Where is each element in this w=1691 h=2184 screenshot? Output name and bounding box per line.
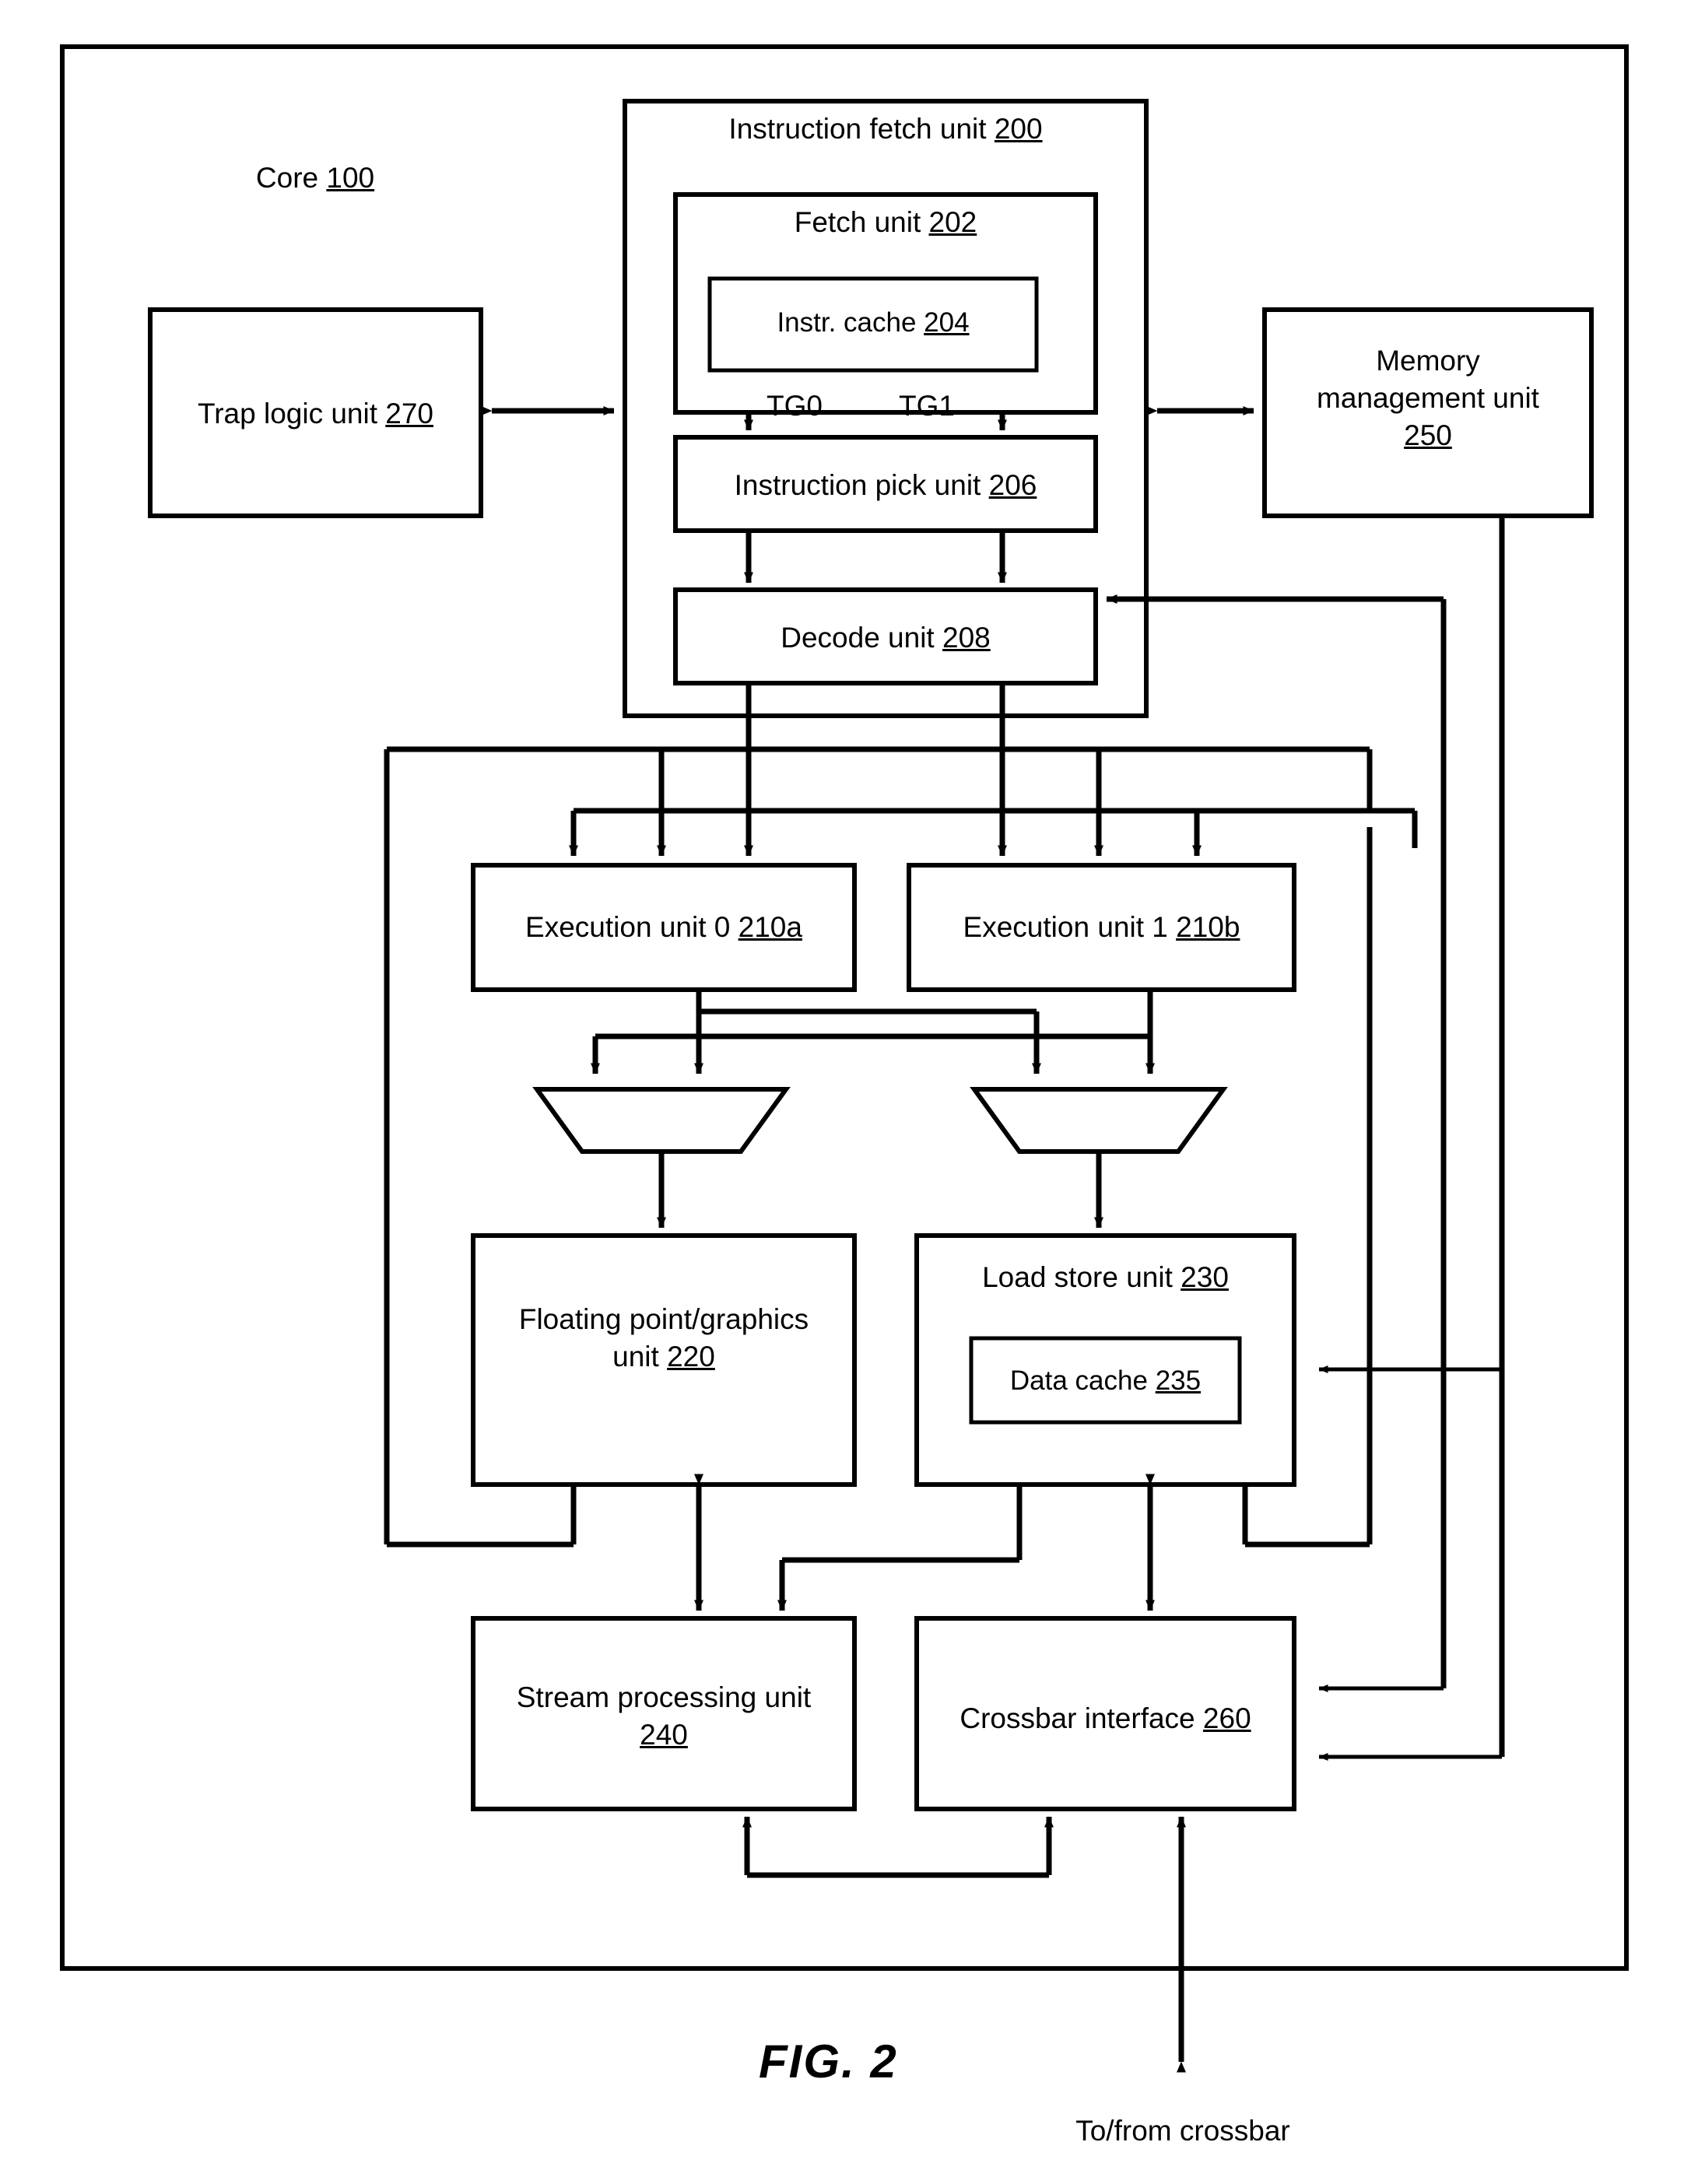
execution-unit-0-label: Execution unit 0 210a <box>525 911 802 943</box>
load-store-unit-label: Load store unit 230 <box>982 1261 1229 1293</box>
instr-cache-label: Instr. cache 204 <box>777 307 970 338</box>
right-multiplexer[interactable] <box>970 1087 1228 1154</box>
instruction-pick-unit-label: Instruction pick unit 206 <box>734 469 1037 501</box>
stream-processing-unit-label: Stream processing unit 240 <box>516 1681 812 1751</box>
figure-caption: FIG. 2 <box>759 2035 898 2088</box>
data-cache-label: Data cache 235 <box>1009 1365 1202 1396</box>
to-from-crossbar-label: To/from crossbar <box>1075 2115 1290 2147</box>
fp-graphics-unit-label: Floating point/graphics unit 220 <box>518 1303 809 1373</box>
figure-2-processor-core-block-diagram: Core 100 Instruction fetch unit 200 Fetc… <box>0 0 1691 2184</box>
memory-management-unit-label: Memory management unit 250 <box>1317 345 1539 452</box>
trap-logic-unit-label: Trap logic unit 270 <box>197 398 434 429</box>
tg0-label: TG0 <box>767 390 823 422</box>
fetch-unit-label: Fetch unit 202 <box>794 206 977 238</box>
decode-unit-label: Decode unit 208 <box>781 622 991 654</box>
left-multiplexer[interactable] <box>532 1087 791 1154</box>
execution-unit-1-label: Execution unit 1 210b <box>963 911 1240 943</box>
core-label: Core 100 <box>255 162 375 194</box>
instruction-fetch-unit-label: Instruction fetch unit 200 <box>728 113 1043 145</box>
crossbar-interface-label: Crossbar interface 260 <box>960 1702 1251 1734</box>
tg1-label: TG1 <box>899 390 955 422</box>
